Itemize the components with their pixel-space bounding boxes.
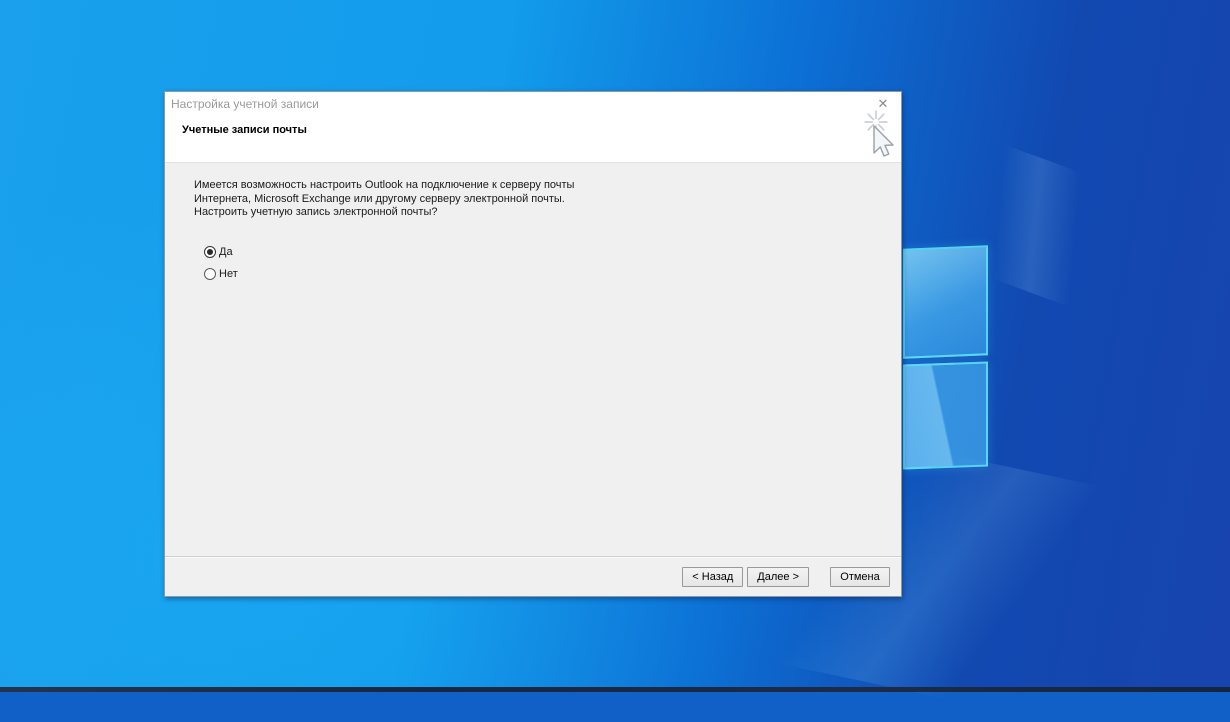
dialog-body-text-line: Интернета, Microsoft Exchange или другом…: [194, 193, 574, 207]
radio-button-yes-icon[interactable]: [204, 246, 216, 258]
dialog-body-text: Имеется возможность настроить Outlook на…: [194, 179, 574, 220]
cancel-button[interactable]: Отмена: [830, 567, 890, 587]
radio-option-yes[interactable]: Да: [204, 246, 233, 258]
dialog-footer: < Назад Далее > Отмена: [165, 556, 901, 596]
dialog-body-text-line: Имеется возможность настроить Outlook на…: [194, 179, 574, 193]
radio-option-no[interactable]: Нет: [204, 268, 238, 280]
radio-button-no-icon[interactable]: [204, 268, 216, 280]
wizard-header: Учетные записи почты: [165, 116, 901, 162]
radio-label-no: Нет: [219, 268, 238, 280]
dialog-body-text-line: Настроить учетную запись электронной поч…: [194, 206, 574, 220]
radio-label-yes: Да: [219, 246, 233, 258]
dialog-body: Имеется возможность настроить Outlook на…: [165, 162, 901, 556]
busy-cursor-icon: [862, 110, 898, 160]
account-setup-dialog: Настройка учетной записи ✕ Учетные запис…: [164, 91, 902, 597]
taskbar[interactable]: [0, 687, 1230, 692]
page-title: Учетные записи почты: [182, 124, 307, 136]
windows-logo-pane-bottom: [903, 362, 988, 470]
dialog-title: Настройка учетной записи: [171, 97, 319, 111]
windows-logo-pane-top: [903, 245, 988, 359]
back-button[interactable]: < Назад: [682, 567, 743, 587]
dialog-titlebar[interactable]: Настройка учетной записи ✕: [165, 92, 901, 116]
next-button[interactable]: Далее >: [747, 567, 809, 587]
